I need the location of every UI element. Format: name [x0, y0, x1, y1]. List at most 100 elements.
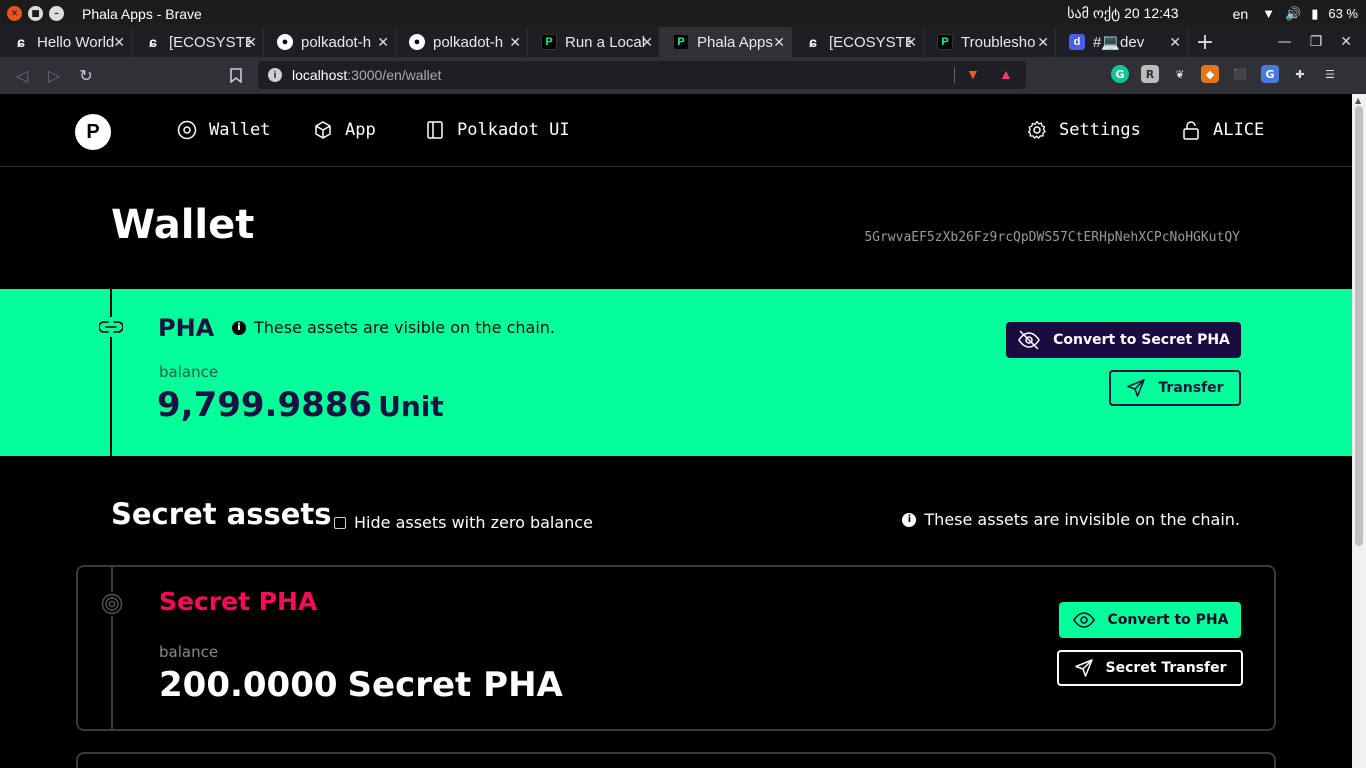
browser-tab[interactable]: ɕ [ECOSYSTE ✕ [792, 27, 924, 57]
phala-icon: P [673, 34, 689, 50]
bookmark-icon[interactable] [220, 68, 252, 83]
github-icon: ● [277, 34, 293, 50]
nav-app[interactable]: App [313, 120, 376, 140]
browser-tab[interactable]: P Run a Local ✕ [528, 27, 660, 57]
transfer-button[interactable]: Transfer [1109, 370, 1241, 406]
browser-tab[interactable]: ● polkadot-h ✕ [264, 27, 396, 57]
eye-icon [1072, 612, 1095, 628]
convert-to-secret-label: Convert to Secret PHA [1053, 332, 1230, 348]
balance-value: 9,799.9886 Unit [157, 385, 444, 425]
unlock-icon [1183, 121, 1199, 140]
tab-close-icon[interactable]: ✕ [641, 34, 653, 51]
tab-label: Phala Apps [697, 33, 773, 51]
polkadot-extension-icon[interactable]: ❦ [1171, 65, 1189, 83]
browser-tab[interactable]: ● polkadot-h ✕ [396, 27, 528, 57]
tab-close-icon[interactable]: ✕ [509, 34, 521, 51]
hide-zero-balance-label: Hide assets with zero balance [354, 513, 593, 532]
nav-settings[interactable]: Settings [1027, 120, 1141, 140]
page-scrollbar[interactable]: ▲ [1352, 94, 1366, 768]
balance-label: balance [159, 643, 219, 661]
secret-asset-card-partial [76, 752, 1276, 768]
site-info-icon[interactable]: i [268, 68, 282, 82]
tab-close-icon[interactable]: ✕ [377, 34, 389, 51]
link-icon [98, 317, 124, 337]
restore-icon[interactable]: ❐ [1310, 34, 1323, 50]
sidebar-layout-icon [427, 121, 443, 139]
address-bar[interactable]: i localhost :3000/en/wallet ▼ ▲ [258, 61, 1026, 89]
gear-icon [1027, 120, 1046, 139]
wallet-address[interactable]: 5GrwvaEF5zXb26Fz9rcQpDWS57CtERHpNehXCPcN… [864, 230, 1240, 245]
tab-close-icon[interactable]: ✕ [773, 34, 785, 51]
app-header: P Wallet App Polkadot UI Settings ALICE [0, 94, 1352, 167]
tab-label: [ECOSYSTEM [169, 33, 251, 51]
back-icon[interactable]: ◁ [6, 66, 38, 85]
tab-close-icon[interactable]: ✕ [905, 34, 917, 51]
tab-close-icon[interactable]: ✕ [1037, 34, 1049, 51]
eye-off-icon [1018, 330, 1040, 350]
window-minimize-icon[interactable]: – [49, 6, 64, 21]
scrollbar-thumb[interactable] [1355, 106, 1363, 546]
window-title: Phala Apps - Brave [82, 5, 202, 22]
extensions-puzzle-icon[interactable]: ✚ [1291, 65, 1309, 83]
secret-transfer-label: Secret Transfer [1105, 660, 1227, 676]
minimize-icon[interactable]: — [1278, 34, 1292, 50]
brave-shields-icon[interactable]: ▼ [966, 66, 980, 82]
ecosystem-icon: ɕ [149, 34, 157, 50]
visibility-note: i These assets are visible on the chain. [232, 318, 555, 337]
nav-polkadot-ui[interactable]: Polkadot UI [425, 120, 570, 140]
browser-menu-icon[interactable]: ☰ [1321, 65, 1339, 83]
wifi-icon[interactable]: ▼ [1262, 6, 1275, 21]
nav-account[interactable]: ALICE [1181, 120, 1264, 140]
tab-close-icon[interactable]: ✕ [1169, 34, 1181, 51]
tab-close-icon[interactable]: ✕ [113, 34, 125, 51]
new-tab-icon[interactable]: + [1188, 27, 1222, 57]
ecosystem-icon: ɕ [809, 34, 817, 50]
ecosystem-icon: ɕ [17, 34, 25, 50]
brave-rewards-icon[interactable]: ▲ [999, 66, 1013, 82]
invisibility-note: i These assets are invisible on the chai… [902, 510, 1240, 529]
window-close-icon[interactable]: ✕ [7, 6, 22, 21]
browser-tab[interactable]: ɕ Hello World ✕ [0, 27, 132, 57]
phala-icon: P [937, 34, 953, 50]
browser-tab[interactable]: ɕ [ECOSYSTEM ✕ [132, 27, 264, 57]
visibility-note-text: These assets are visible on the chain. [254, 318, 555, 337]
grammarly-extension-icon[interactable]: G [1111, 65, 1129, 83]
nav-wallet[interactable]: Wallet [177, 120, 270, 140]
reload-icon[interactable]: ↻ [70, 66, 102, 85]
battery-icon[interactable]: ▮ [1311, 6, 1318, 22]
secret-transfer-button[interactable]: Secret Transfer [1057, 650, 1243, 686]
convert-to-secret-button[interactable]: Convert to Secret PHA [1006, 322, 1241, 358]
balance-unit: Unit [378, 390, 444, 423]
tab-label: [ECOSYSTE [829, 33, 911, 51]
tab-close-icon[interactable]: ✕ [245, 34, 257, 51]
browser-tab[interactable]: P Troublesho ✕ [924, 27, 1056, 57]
browser-tab-active[interactable]: P Phala Apps ✕ [660, 27, 792, 57]
convert-to-pha-button[interactable]: Convert to PHA [1059, 602, 1241, 638]
hide-zero-balance-toggle[interactable]: Hide assets with zero balance [334, 513, 593, 532]
metamask-extension-icon[interactable]: ◆ [1201, 65, 1219, 83]
close-icon[interactable]: ✕ [1340, 34, 1352, 50]
browser-tab-strip: ɕ Hello World ✕ ɕ [ECOSYSTEM ✕ ● polkado… [0, 27, 1366, 57]
phala-logo[interactable]: P [75, 114, 111, 150]
section-title: Secret assets [111, 497, 332, 531]
url-path: :3000/en/wallet [347, 67, 442, 83]
tab-label: Troublesho [961, 33, 1036, 51]
browser-tab[interactable]: d #💻dev ✕ [1056, 27, 1188, 57]
cube-extension-icon[interactable]: ⬛ [1231, 65, 1249, 83]
tab-label: #💻dev [1093, 34, 1145, 51]
scroll-up-icon[interactable]: ▲ [1355, 96, 1361, 105]
system-clock[interactable]: სამ ოქტ 20 12:43 [1067, 5, 1178, 22]
translate-extension-icon[interactable]: G [1261, 65, 1279, 83]
keyboard-layout[interactable]: en [1233, 6, 1249, 22]
reader-extension-icon[interactable]: R [1141, 65, 1159, 83]
url-host: localhost [292, 67, 348, 83]
forward-icon[interactable]: ▷ [38, 66, 70, 85]
checkbox[interactable] [334, 516, 346, 529]
send-icon [1127, 379, 1146, 397]
window-maximize-icon[interactable]: ■ [28, 6, 43, 21]
nav-wallet-label: Wallet [209, 120, 271, 140]
nav-app-label: App [345, 120, 376, 140]
info-icon: i [902, 512, 917, 527]
volume-icon[interactable]: 🔊 [1285, 6, 1301, 22]
nav-settings-label: Settings [1059, 120, 1141, 140]
